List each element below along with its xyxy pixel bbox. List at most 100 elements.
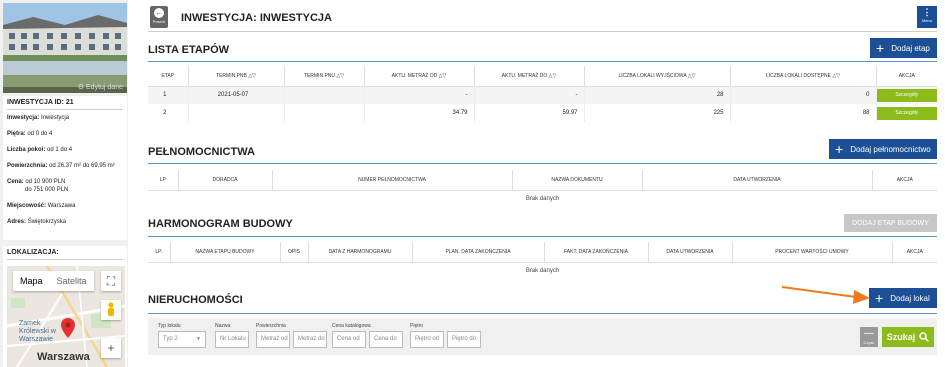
properties-rule	[148, 313, 937, 314]
sidebar: ⚙ Edytuj dane INWESTYCJA ID: 21 Inwestyc…	[0, 0, 128, 367]
col-header[interactable]: TERMIN PNU △▽	[284, 66, 365, 86]
col-label: AKTU. METRAŻ DO	[501, 72, 548, 79]
filter-floor-label: Piętro	[410, 323, 424, 329]
empty-message: Brak danych	[148, 190, 937, 208]
map-marker-icon[interactable]	[61, 318, 75, 338]
search-icon	[919, 332, 930, 342]
info-label: Liczba pokoi:	[7, 147, 46, 153]
map-type-tabs: Mapa Satelita	[13, 271, 94, 291]
add-unit-label: Dodaj lokal	[890, 293, 930, 303]
map-label-city: Warszawa	[37, 351, 90, 363]
page-title: INWESTYCJA: INWESTYCJA	[181, 12, 332, 24]
cell-area-from: -	[364, 86, 475, 104]
cell-pnu	[284, 86, 365, 104]
col-label: DATA Z HARMONOGRAMU	[328, 248, 392, 255]
floor-to-input[interactable]: Piętro do	[447, 331, 481, 348]
area-from-placeholder: Metraż od	[261, 336, 288, 342]
floor-from-input[interactable]: Piętro od	[410, 331, 444, 348]
info-label: Piętra:	[7, 131, 26, 137]
empty-row: Brak danych	[148, 190, 937, 208]
fullscreen-icon[interactable]: ⛶	[101, 271, 121, 291]
empty-row: Brak danych	[148, 262, 937, 280]
info-value: od 10 900 PLN	[25, 179, 66, 185]
edit-data-link[interactable]: ⚙ Edytuj dane	[78, 83, 123, 91]
unit-number-input[interactable]: Nr Lokalu	[215, 331, 249, 348]
col-label: PLAN. DATA ZAKOŃCZENIA	[445, 248, 511, 255]
col-header[interactable]: ETAP	[148, 66, 189, 86]
col-label: AKCJA	[898, 72, 915, 79]
details-button[interactable]: Szczegóły	[876, 106, 937, 120]
cell-pnb	[188, 104, 285, 122]
add-construction-stage-button[interactable]: DODAJ ETAP BUDOWY	[844, 214, 937, 232]
col-header: NAZWA DOKUMENTU	[512, 170, 643, 190]
add-stage-button[interactable]: + Dodaj etap	[870, 38, 937, 58]
cell-area-to: -	[474, 86, 585, 104]
details-button[interactable]: Szczegóły	[876, 88, 937, 102]
menu-label: Menu	[921, 18, 932, 23]
type-select-value: Typ 2	[163, 336, 178, 342]
cell-stage: 2	[148, 104, 189, 122]
info-price-to: do 751 000 PLN	[7, 186, 123, 194]
back-button[interactable]: ← Powrót	[150, 6, 168, 28]
street-view-pegman-icon[interactable]	[101, 300, 121, 320]
area-from-input[interactable]: Metraż od	[256, 331, 290, 348]
cell-units-available: 88	[730, 104, 877, 122]
col-label: LP.	[155, 248, 163, 255]
info-address: Adres: Świętokrzyska	[7, 218, 123, 226]
search-button[interactable]: Szukaj	[882, 327, 934, 347]
empty-message: Brak danych	[148, 262, 937, 280]
info-label: Adres:	[7, 219, 27, 225]
add-unit-button[interactable]: + Dodaj lokal	[869, 288, 937, 308]
type-select[interactable]: Typ 2 ▼	[158, 331, 206, 348]
menu-button[interactable]: ⋮ Menu	[917, 6, 937, 28]
map[interactable]: Mapa Satelita ⛶ + Zamek Królewski w Wars…	[7, 266, 125, 367]
topbar: ← Powrót INWESTYCJA: INWESTYCJA ⋮ Menu	[148, 4, 937, 32]
clear-filters-button[interactable]: — Czyść	[860, 327, 878, 347]
zoom-in-icon[interactable]: +	[101, 338, 121, 358]
investment-id-title: INWESTYCJA ID: 21	[7, 99, 123, 110]
price-to-placeholder: Cena do	[374, 336, 397, 342]
col-label: LP	[159, 176, 166, 183]
col-header[interactable]: LICZBA LOKALI DOSTĘPNE △▽	[730, 66, 877, 86]
col-label: TERMIN PNB	[216, 72, 247, 79]
map-tab-map[interactable]: Mapa	[13, 271, 50, 291]
col-label: FAKT. DATA ZAKOŃCZENIA	[564, 248, 628, 255]
filter-type-label: Typ lokalu	[158, 323, 181, 329]
info-floors: Piętra: od 0 do 4	[7, 130, 123, 138]
filter-price-label: Cena katalogowa	[332, 323, 371, 329]
add-poa-label: Dodaj pełnomocnictwo	[850, 144, 931, 154]
properties-title: NIERUCHOMOŚCI	[148, 294, 243, 306]
info-rooms: Liczba pokoi: od 1 do 4	[7, 146, 123, 154]
col-header[interactable]: AKTU. METRAŻ DO △▽	[474, 66, 585, 86]
add-poa-button[interactable]: + Dodaj pełnomocnictwo	[829, 139, 937, 159]
info-value: do 751 000 PLN	[25, 187, 69, 193]
caret-down-icon: ▼	[196, 336, 201, 342]
plus-icon: +	[875, 290, 884, 306]
col-header[interactable]: AKTU. METRAŻ OD △▽	[364, 66, 475, 86]
col-header: AKCJA	[872, 170, 937, 190]
price-from-placeholder: Cena od	[337, 336, 360, 342]
poa-title: PEŁNOMOCNICTWA	[148, 146, 255, 158]
table-row: 1 2021-05-07 - - 28 0 Szczegóły	[148, 86, 937, 104]
info-label: Powierzchnia:	[7, 163, 48, 169]
stages-title: LISTA ETAPÓW	[148, 44, 230, 56]
col-header[interactable]: LICZBA LOKALI WYJŚCIOWA △▽	[584, 66, 731, 86]
investment-info-card: INWESTYCJA ID: 21 Inwestycja: Inwestycja…	[3, 96, 127, 240]
area-to-input[interactable]: Metraż do	[293, 331, 327, 348]
poa-rule	[148, 163, 937, 164]
map-tab-satellite[interactable]: Satelita	[50, 271, 94, 291]
stages-table: ETAP TERMIN PNB △▽ TERMIN PNU △▽ AKTU. M…	[148, 66, 937, 122]
info-investment: Inwestycja: Inwestycja	[7, 114, 123, 122]
clear-label: Czyść	[863, 340, 875, 345]
price-from-input[interactable]: Cena od	[332, 331, 366, 348]
cell-area-to: 59.97	[474, 104, 585, 122]
col-label: AKCJA	[906, 248, 923, 255]
cell-units-initial: 225	[584, 104, 731, 122]
col-header[interactable]: TERMIN PNB △▽	[188, 66, 285, 86]
col-label: ETAP	[161, 72, 175, 79]
price-to-input[interactable]: Cena do	[369, 331, 403, 348]
col-label: LICZBA LOKALI DOSTĘPNE	[765, 72, 831, 79]
col-header: PLAN. DATA ZAKOŃCZENIA	[412, 242, 545, 262]
col-label: DATA UTWORZENIA	[733, 176, 781, 183]
col-label: LICZBA LOKALI WYJŚCIOWA	[618, 72, 687, 79]
